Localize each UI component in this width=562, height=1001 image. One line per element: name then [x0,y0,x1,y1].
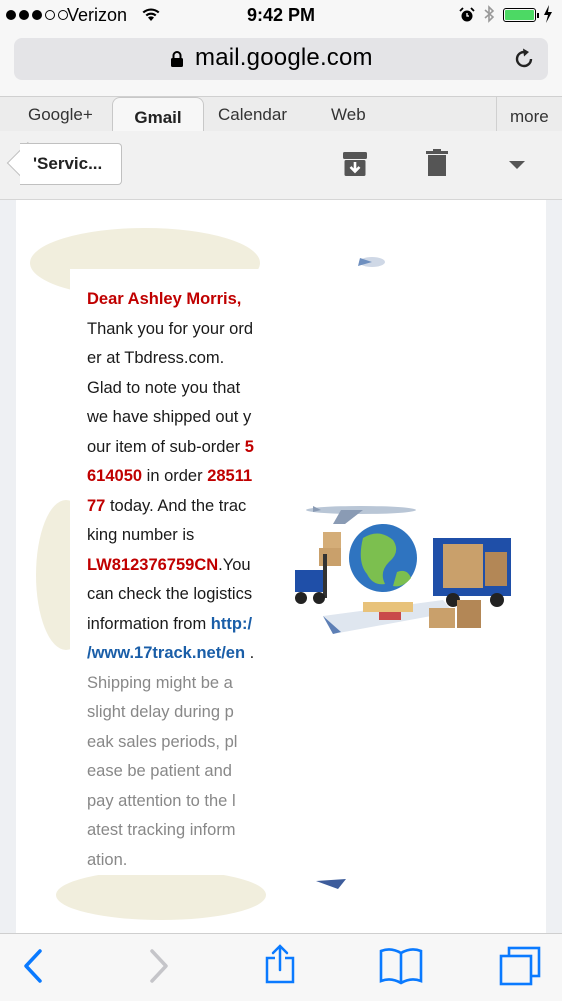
email-line: information from http:/ [87,614,253,633]
email-line: ation. [87,850,128,869]
email-line: Thank you for your ord [87,319,253,338]
email-line: /www.17track.net/en . [87,644,255,662]
sub-order-number: 614050 [87,467,143,485]
email-line: our item of sub-order 5 [87,437,254,456]
email-line: eak sales periods, pl [87,732,238,751]
tab-gmail[interactable]: Gmail [112,97,204,131]
safari-toolbar [0,933,562,1001]
address-bar[interactable]: mail.google.com [14,38,548,80]
email-line: we have shipped out y [87,408,252,426]
trash-icon[interactable] [426,149,448,182]
email-line: atest tracking inform [87,821,236,839]
email-line: Glad to note you that [87,378,241,397]
archive-icon[interactable] [342,151,368,182]
google-tab-strip: Google+ Gmail Calendar Web more [0,96,562,132]
email-body: Dear Ashley Morris, Thank you for your o… [16,200,546,933]
address-bar-area: mail.google.com [0,32,562,96]
forward-icon[interactable] [148,948,170,989]
back-button-label: 'Servic... [33,154,103,173]
clock-time: 9:42 PM [246,5,316,25]
status-bar: Verizon 9:42 PM [0,0,562,32]
alarm-icon [459,7,475,28]
tab-calendar[interactable]: Calendar [218,105,287,125]
tracking-link[interactable]: http:/ [211,615,252,633]
back-to-list-button[interactable]: 'Servic... [6,141,122,185]
back-icon[interactable] [22,948,44,989]
email-line: 614050 in order 28511 [87,467,253,485]
lock-icon [170,50,184,73]
tab-google-plus[interactable]: Google+ [28,105,93,125]
order-number: 28511 [207,467,253,485]
gmail-toolbar: 'Servic... [0,131,562,200]
email-line: ease be patient and [87,762,232,780]
bookmarks-icon[interactable] [379,947,423,990]
email-line: can check the logistics [87,585,253,603]
more-caret-icon[interactable] [509,161,525,169]
logistics-illustration [293,502,513,647]
battery-icon [503,8,539,22]
order-number: 77 [87,496,106,515]
email-greeting: Dear Ashley Morris, [87,290,242,308]
tracking-number: LW812376759CN [87,555,219,574]
email-line: slight delay during p [87,703,234,721]
tab-more[interactable]: more [496,97,562,131]
email-line: LW812376759CN.You [87,555,251,574]
email-line: pay attention to the l [87,791,236,810]
airplane-icon [352,250,386,275]
email-message-text: Dear Ashley Morris, Thank you for your o… [70,269,268,875]
url-text: mail.google.com [195,44,373,71]
sub-order-number: 5 [244,437,254,456]
email-line: king number is [87,526,195,544]
tab-web[interactable]: Web [331,105,366,125]
bluetooth-icon [483,5,495,28]
tracking-link[interactable]: /www.17track.net/en [87,644,245,662]
email-line: 77 today. And the trac [87,496,247,515]
email-line: er at Tbdress.com. [87,349,225,367]
share-icon[interactable] [264,944,296,989]
reload-icon[interactable] [512,47,536,76]
charging-bolt-icon [543,5,553,28]
decorative-background-shape [56,870,266,920]
email-content-area: Dear Ashley Morris, Thank you for your o… [0,200,562,933]
decorative-ship-fragment [316,876,346,894]
tabs-icon[interactable] [499,946,541,993]
email-line: Shipping might be a [87,673,233,692]
